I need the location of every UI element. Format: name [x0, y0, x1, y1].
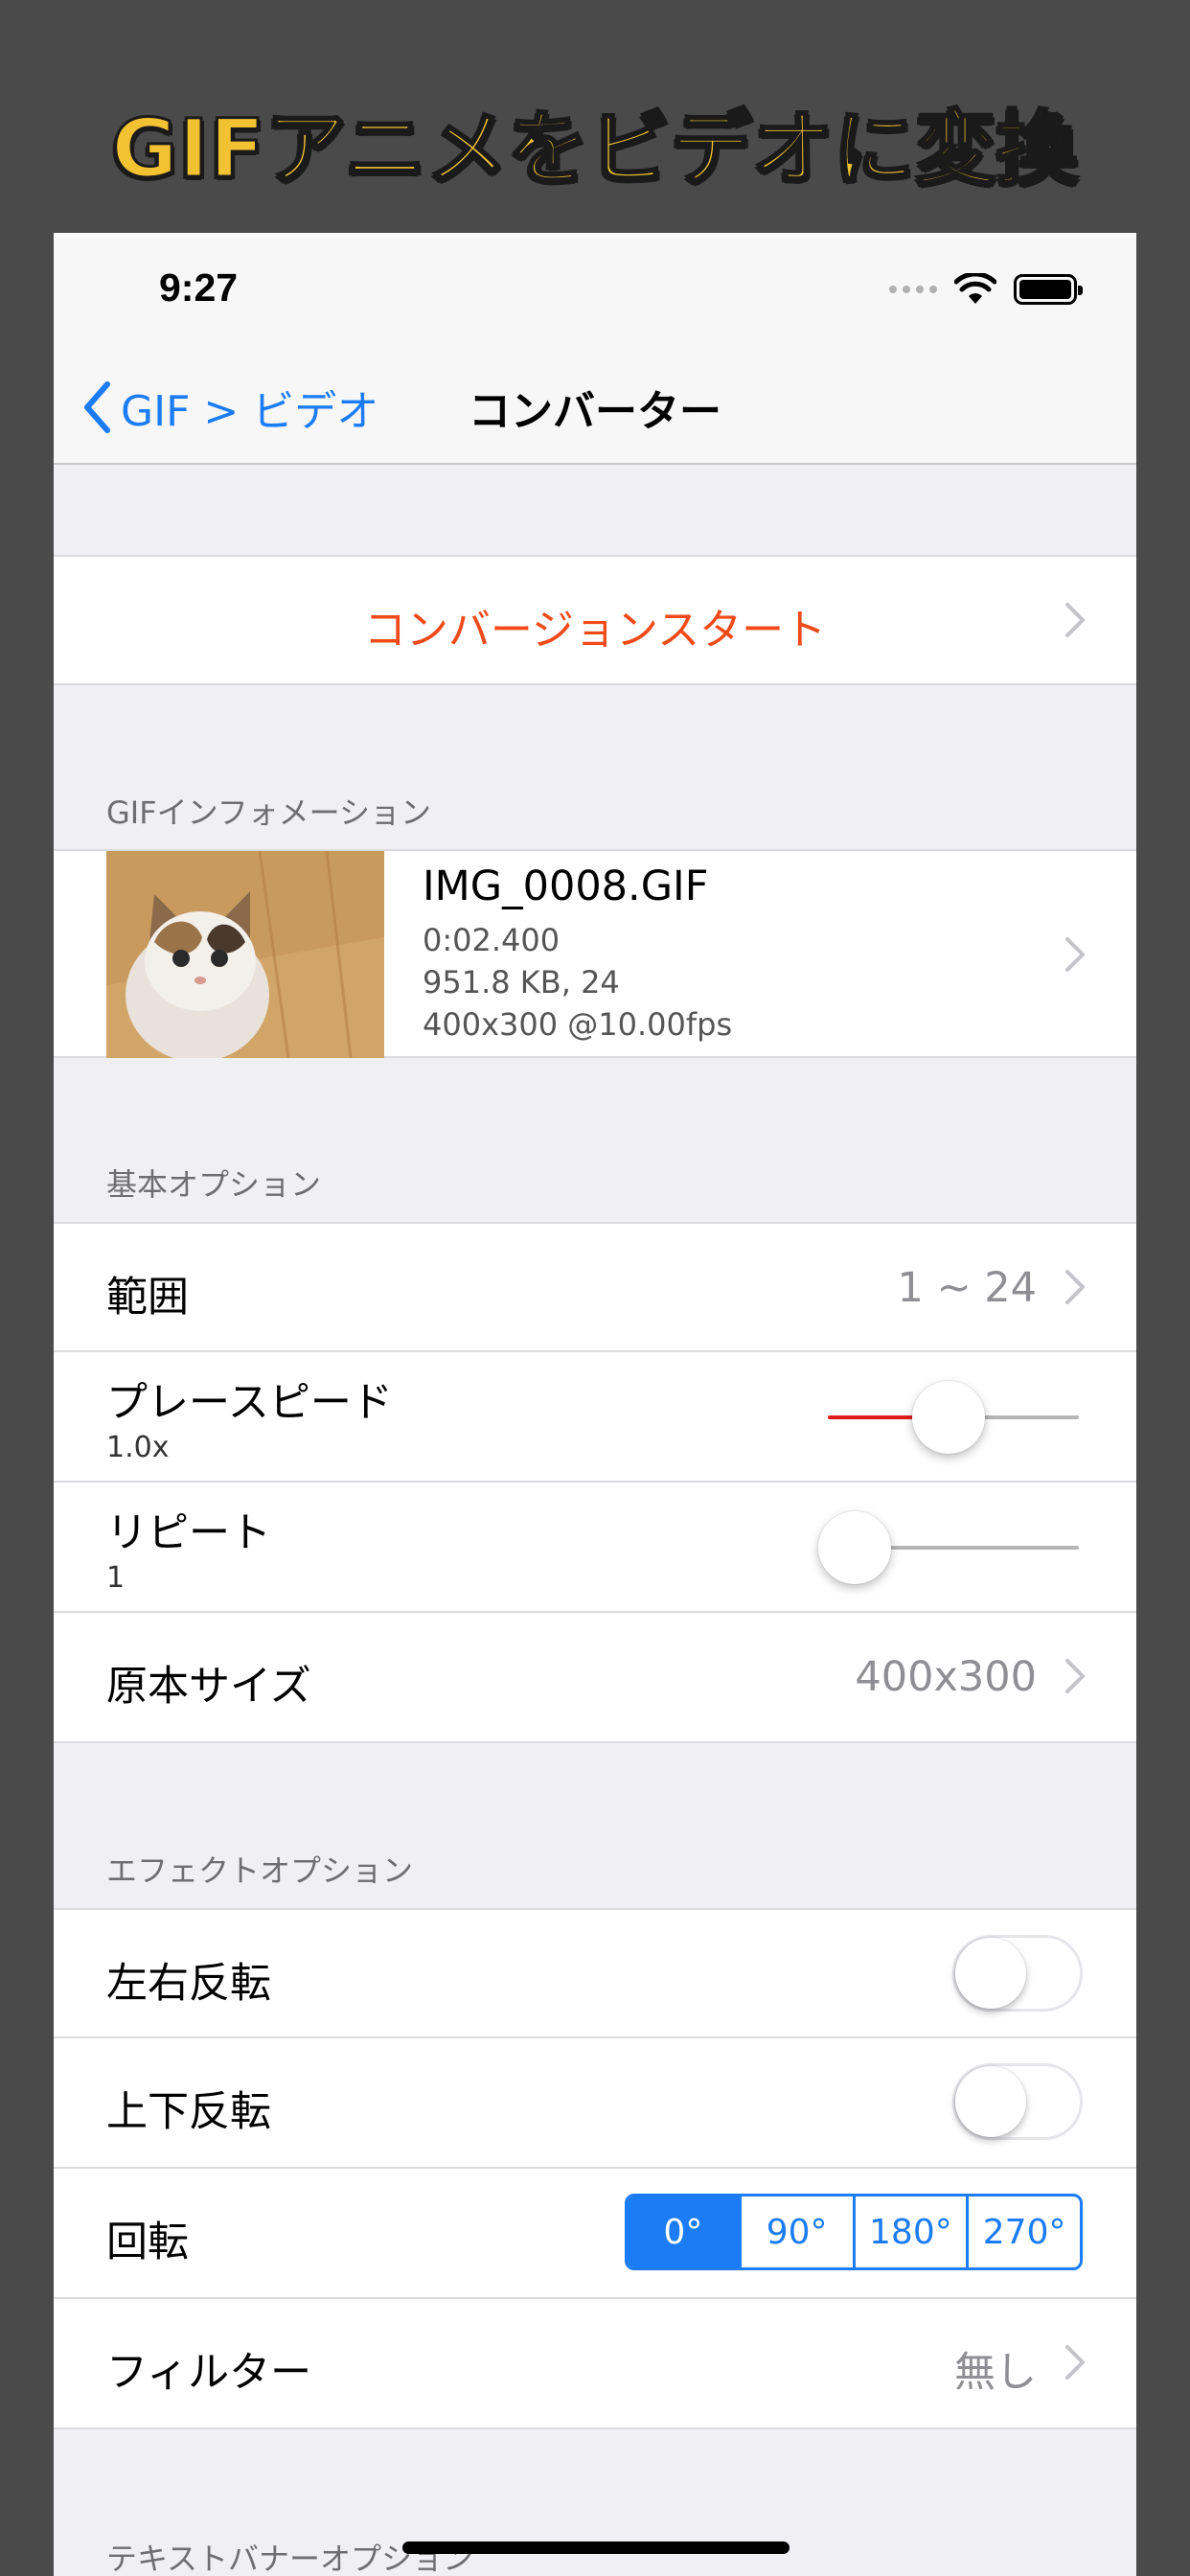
wifi-icon [954, 273, 996, 304]
rotation-row: 回転 0° 90° 180° 270° [54, 2169, 1136, 2299]
flip-vertical-label: 上下反転 [106, 2088, 271, 2136]
back-label: GIF > ビデオ [121, 387, 379, 436]
range-label: 範囲 [106, 1274, 189, 1322]
rotation-option-180[interactable]: 180° [852, 2196, 967, 2267]
rotation-option-270[interactable]: 270° [966, 2196, 1080, 2267]
chevron-left-icon [84, 381, 110, 433]
range-row[interactable]: 範囲 1 ~ 24 [54, 1222, 1136, 1352]
battery-icon [1014, 274, 1083, 305]
play-speed-slider-knob[interactable] [911, 1381, 985, 1454]
navigation-bar: 9:27 コンバーター GIF > ビデオ [54, 233, 1136, 465]
effect-options-header: エフェクトオプション [106, 1852, 414, 1889]
gif-thumbnail [106, 851, 384, 1058]
chevron-right-icon [1065, 2345, 1085, 2380]
promo-headline: GIFアニメをビデオに変換 [110, 101, 1079, 197]
filter-value: 無し [954, 2349, 1037, 2397]
flip-horizontal-row: 左右反転 [54, 1908, 1136, 2038]
chevron-right-icon [1065, 603, 1085, 637]
chevron-right-icon [1065, 1659, 1085, 1693]
home-indicator[interactable] [402, 2542, 790, 2554]
phone-screen: 9:27 コンバーター GIF > ビデオ コンバージョンスタート GIFインフ… [54, 233, 1136, 2576]
flip-horizontal-label: 左右反転 [106, 1960, 271, 2008]
back-button[interactable]: GIF > ビデオ [82, 377, 378, 438]
gif-size-frames: 951.8 KB, 24 [423, 964, 620, 1000]
play-speed-row: プレースピード 1.0x [54, 1352, 1136, 1483]
repeat-label: リピート [106, 1509, 271, 1557]
original-size-row[interactable]: 原本サイズ 400x300 [54, 1613, 1136, 1743]
flip-horizontal-toggle[interactable] [952, 1935, 1083, 2012]
rotation-label: 回転 [106, 2219, 189, 2266]
gif-duration: 0:02.400 [423, 922, 561, 958]
flip-vertical-toggle[interactable] [952, 2063, 1083, 2140]
gif-filename: IMG_0008.GIF [423, 862, 709, 910]
repeat-value: 1 [106, 1561, 126, 1595]
chevron-right-icon [1065, 1270, 1085, 1304]
gif-info-row[interactable]: IMG_0008.GIF 0:02.400 951.8 KB, 24 400x3… [54, 849, 1136, 1058]
chevron-right-icon [1065, 937, 1085, 972]
signal-icon [889, 286, 937, 293]
original-size-value: 400x300 [855, 1653, 1037, 1701]
repeat-slider-knob[interactable] [818, 1511, 891, 1584]
rotation-option-0[interactable]: 0° [628, 2196, 739, 2267]
basic-options-header: 基本オプション [106, 1166, 322, 1203]
gif-info-header: GIFインフォメーション [106, 794, 432, 831]
rotation-segmented-control: 0° 90° 180° 270° [625, 2194, 1083, 2270]
gif-resolution-fps: 400x300 @10.00fps [423, 1006, 733, 1043]
play-speed-value: 1.0x [106, 1431, 170, 1464]
repeat-row: リピート 1 [54, 1483, 1136, 1613]
filter-label: フィルター [106, 2349, 312, 2397]
conversion-start-row[interactable]: コンバージョンスタート [54, 555, 1136, 685]
range-value: 1 ~ 24 [897, 1264, 1037, 1312]
play-speed-label: プレースピード [106, 1379, 393, 1427]
status-icons [889, 273, 1083, 306]
conversion-start-label: コンバージョンスタート [363, 606, 827, 655]
original-size-label: 原本サイズ [106, 1663, 311, 1711]
rotation-option-90[interactable]: 90° [738, 2196, 853, 2267]
filter-row[interactable]: フィルター 無し [54, 2299, 1136, 2429]
status-time: 9:27 [159, 265, 239, 310]
flip-vertical-row: 上下反転 [54, 2038, 1136, 2169]
